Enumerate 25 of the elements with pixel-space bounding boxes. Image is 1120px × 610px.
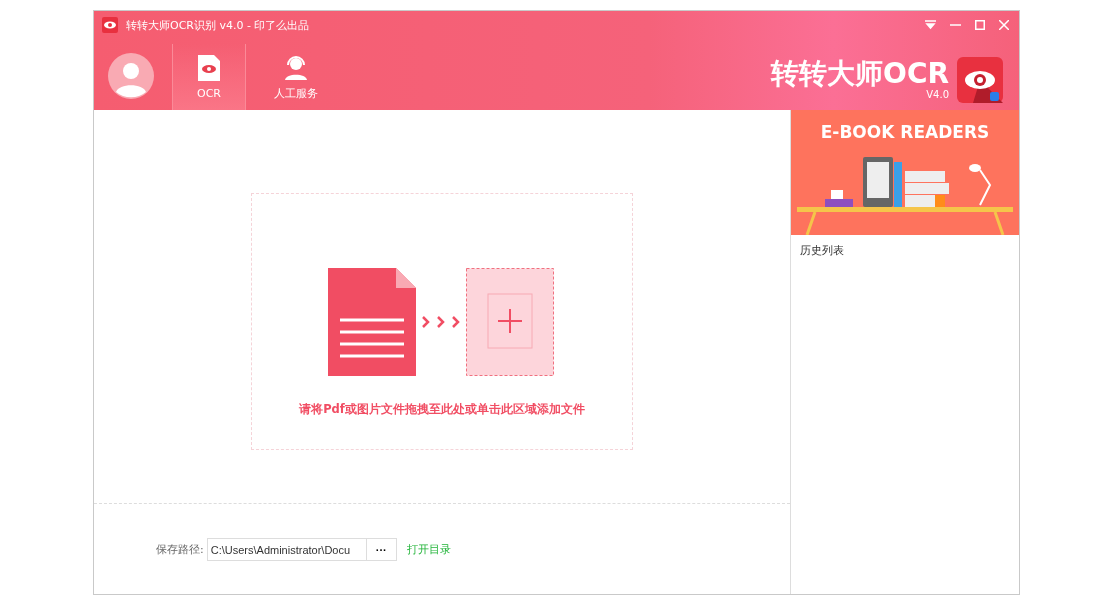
banner-title: E-BOOK READERS xyxy=(820,122,990,142)
dropdown-menu-icon[interactable] xyxy=(925,20,936,30)
eye-logo-icon xyxy=(102,17,118,33)
document-icon xyxy=(328,268,416,376)
eye-logo-icon xyxy=(957,57,1003,103)
browse-button[interactable]: ··· xyxy=(366,538,397,561)
document-eye-icon xyxy=(198,54,220,81)
nav-tab[interactable]: OCR xyxy=(172,44,246,110)
chevrons-icon xyxy=(421,315,461,329)
headset-user-icon xyxy=(284,53,308,80)
window-title: 转转大师OCR识别 v4.0 - 印了么出品 xyxy=(126,17,310,33)
nav-tab[interactable]: 人工服务 xyxy=(260,44,332,110)
add-file-icon[interactable] xyxy=(466,268,554,376)
drop-hint: 请将Pdf或图片文件拖拽至此处或单击此区域添加文件 xyxy=(299,402,585,417)
history-title: 历史列表 xyxy=(799,243,845,259)
close-icon[interactable] xyxy=(999,20,1009,30)
brand-version: V4.0 xyxy=(926,89,949,100)
save-path-field[interactable]: C:\Users\Administrator\Docu xyxy=(206,538,367,561)
avatar-icon[interactable] xyxy=(108,53,154,99)
maximize-icon[interactable] xyxy=(975,20,985,30)
drop-zone[interactable]: 请将Pdf或图片文件拖拽至此处或单击此区域添加文件 xyxy=(251,193,633,450)
ebook-banner[interactable]: E-BOOK READERS xyxy=(791,110,1019,235)
save-path-label: 保存路径: xyxy=(156,542,204,557)
open-folder-link[interactable]: 打开目录 xyxy=(406,542,451,557)
brand-name: 转转大师OCR xyxy=(771,59,949,89)
